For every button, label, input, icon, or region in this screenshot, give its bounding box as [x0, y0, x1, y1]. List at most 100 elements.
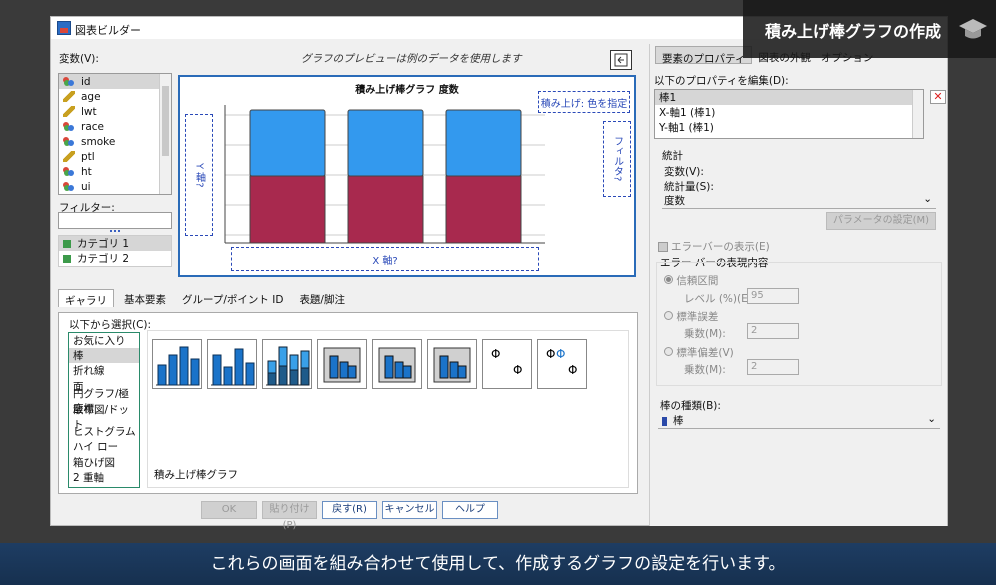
chart-type-item[interactable]: ヒストグラム: [69, 424, 139, 439]
expand-icon: [611, 51, 631, 69]
bar-segment-bottom: [348, 176, 423, 243]
help-button[interactable]: ヘルプ: [442, 501, 498, 519]
set-parameters-button[interactable]: パラメータの設定(M): [826, 212, 936, 230]
chart-type-item[interactable]: ハイ ロー: [69, 439, 139, 454]
svg-text:Φ: Φ: [491, 347, 500, 361]
ok-button[interactable]: OK: [201, 501, 257, 519]
edit-properties-label: 以下のプロパティを編集(D):: [654, 73, 789, 88]
gallery-panel: 以下から選択(C): お気に入り棒折れ線面円グラフ/極座標散布図/ドットヒストグ…: [58, 312, 638, 494]
level-input[interactable]: 95: [747, 288, 799, 304]
sd-radio[interactable]: [664, 347, 673, 356]
svg-text:Φ: Φ: [568, 363, 577, 377]
error-bar-icon: ΦΦ: [483, 340, 531, 388]
tab-element-properties[interactable]: 要素のプロパティ: [655, 46, 752, 64]
paste-button[interactable]: 貼り付け(P): [262, 501, 317, 519]
error-bar-checkbox[interactable]: [658, 242, 668, 252]
stacked-bar-thumb[interactable]: [262, 339, 312, 389]
variable-item[interactable]: ht: [59, 164, 159, 179]
gallery-caption: 積み上げ棒グラフ: [154, 467, 238, 482]
graduation-cap-icon: [958, 16, 988, 42]
se-label: 標準誤差: [676, 311, 718, 323]
3d-simple-bar-thumb[interactable]: [317, 339, 367, 389]
sd-multiplier-input[interactable]: 2: [747, 359, 799, 375]
y-axis-drop-zone[interactable]: Y 軸?: [185, 114, 213, 236]
variable-item[interactable]: age: [59, 89, 159, 104]
variable-list-scrollbar[interactable]: [159, 74, 171, 194]
simple-bar-thumb[interactable]: [152, 339, 202, 389]
chart-preview-canvas[interactable]: 積み上げ棒グラフ 度数 積み上げ: 色を指定 Y 軸? フィルタ? X 軸?: [178, 75, 636, 277]
expand-preview-button[interactable]: [610, 50, 632, 70]
chart-type-item[interactable]: お気に入り: [69, 333, 139, 348]
property-list-scrollbar[interactable]: [912, 90, 923, 138]
scroll-thumb[interactable]: [162, 86, 169, 156]
stacked-bar-icon: [263, 340, 311, 388]
3d-stacked-bar-icon: [428, 340, 476, 388]
chart-type-item[interactable]: 折れ線: [69, 363, 139, 378]
tab-basic-elements[interactable]: 基本要素: [118, 289, 172, 307]
property-item[interactable]: 棒1: [655, 90, 923, 105]
variable-name: id: [81, 76, 91, 88]
chart-type-item[interactable]: 棒: [69, 348, 139, 363]
property-list[interactable]: 棒1 X-軸1 (棒1) Y-軸1 (棒1): [654, 89, 924, 139]
chart-builder-icon: [57, 21, 71, 35]
3d-stacked-bar-thumb[interactable]: [427, 339, 477, 389]
variable-item[interactable]: ptl: [59, 149, 159, 164]
variable-list[interactable]: idagelwtracesmoke ptl ht ui: [58, 73, 172, 195]
variable-name: ht: [81, 166, 92, 178]
variable-item[interactable]: smoke: [59, 134, 159, 149]
builder-tabs: ギャラリ 基本要素 グループ/ポイント ID 表題/脚注: [58, 289, 351, 307]
svg-text:Φ: Φ: [513, 363, 522, 377]
variable-item[interactable]: race: [59, 119, 159, 134]
statistics-label: 統計: [662, 148, 683, 163]
chart-type-item[interactable]: 散布図/ドット: [69, 409, 139, 424]
chart-type-item[interactable]: 箱ひげ図: [69, 455, 139, 470]
x-axis-drop-zone[interactable]: X 軸?: [231, 247, 539, 271]
scale-icon: [63, 106, 75, 117]
category-item[interactable]: カテゴリ 1: [59, 236, 171, 251]
nominal-icon: [63, 136, 75, 147]
property-item[interactable]: Y-軸1 (棒1): [655, 120, 923, 135]
scale-icon: [63, 91, 75, 102]
variable-name: ptl: [81, 151, 95, 163]
chart-type-list[interactable]: お気に入り棒折れ線面円グラフ/極座標散布図/ドットヒストグラムハイ ロー箱ひげ図…: [68, 332, 140, 488]
ci-radio[interactable]: [664, 275, 673, 284]
variable-field-label: 変数(V):: [664, 164, 704, 179]
chart-type-item[interactable]: 2 重軸: [69, 470, 139, 485]
cancel-button[interactable]: キャンセル: [382, 501, 437, 519]
tab-gallery[interactable]: ギャラリ: [58, 289, 114, 307]
ci-radio-row[interactable]: 信頼区間: [664, 273, 718, 288]
clustered-error-bar-thumb[interactable]: ΦΦΦ: [537, 339, 587, 389]
variable-item[interactable]: ui: [59, 179, 159, 194]
tab-titles-footnotes[interactable]: 表題/脚注: [293, 289, 351, 307]
ci-label: 信頼区間: [676, 275, 718, 287]
filter-input[interactable]: [58, 212, 172, 229]
sd-radio-row[interactable]: 標準偏差(V): [664, 345, 734, 360]
category-label: カテゴリ 1: [77, 236, 129, 251]
clustered-bar-thumb[interactable]: [207, 339, 257, 389]
sd-label: 標準偏差(V): [676, 347, 733, 359]
error-bar-thumb[interactable]: ΦΦ: [482, 339, 532, 389]
bar-type-label: 棒の種類(B):: [660, 398, 721, 413]
variable-name: ui: [81, 181, 91, 193]
bar-type-select[interactable]: 棒 ⌄: [658, 413, 940, 429]
category-item[interactable]: カテゴリ 2: [59, 251, 171, 266]
lesson-title-overlay: 積み上げ棒グラフの作成: [743, 0, 996, 58]
variable-item[interactable]: id: [59, 74, 159, 89]
error-bar-checkbox-row[interactable]: エラーバーの表示(E): [658, 239, 770, 254]
3d-clustered-bar-thumb[interactable]: [372, 339, 422, 389]
splitter-handle[interactable]: [110, 230, 120, 233]
category-list[interactable]: カテゴリ 1 カテゴリ 2: [58, 235, 172, 267]
tab-groups-point-id[interactable]: グループ/ポイント ID: [176, 289, 289, 307]
variable-item[interactable]: lwt: [59, 104, 159, 119]
se-multiplier-input[interactable]: 2: [747, 323, 799, 339]
filter-drop-zone[interactable]: フィルタ?: [603, 121, 631, 197]
se-radio[interactable]: [664, 311, 673, 320]
reset-button[interactable]: 戻す(R): [322, 501, 377, 519]
sd-multiplier-label: 乗数(M):: [684, 362, 726, 377]
statistic-select[interactable]: 度数 ⌄: [662, 193, 936, 209]
property-item[interactable]: X-軸1 (棒1): [655, 105, 923, 120]
delete-icon[interactable]: ✕: [930, 90, 946, 104]
bar-segment-bottom: [250, 176, 325, 243]
se-radio-row[interactable]: 標準誤差: [664, 309, 718, 324]
clustered-bar-icon: [208, 340, 256, 388]
